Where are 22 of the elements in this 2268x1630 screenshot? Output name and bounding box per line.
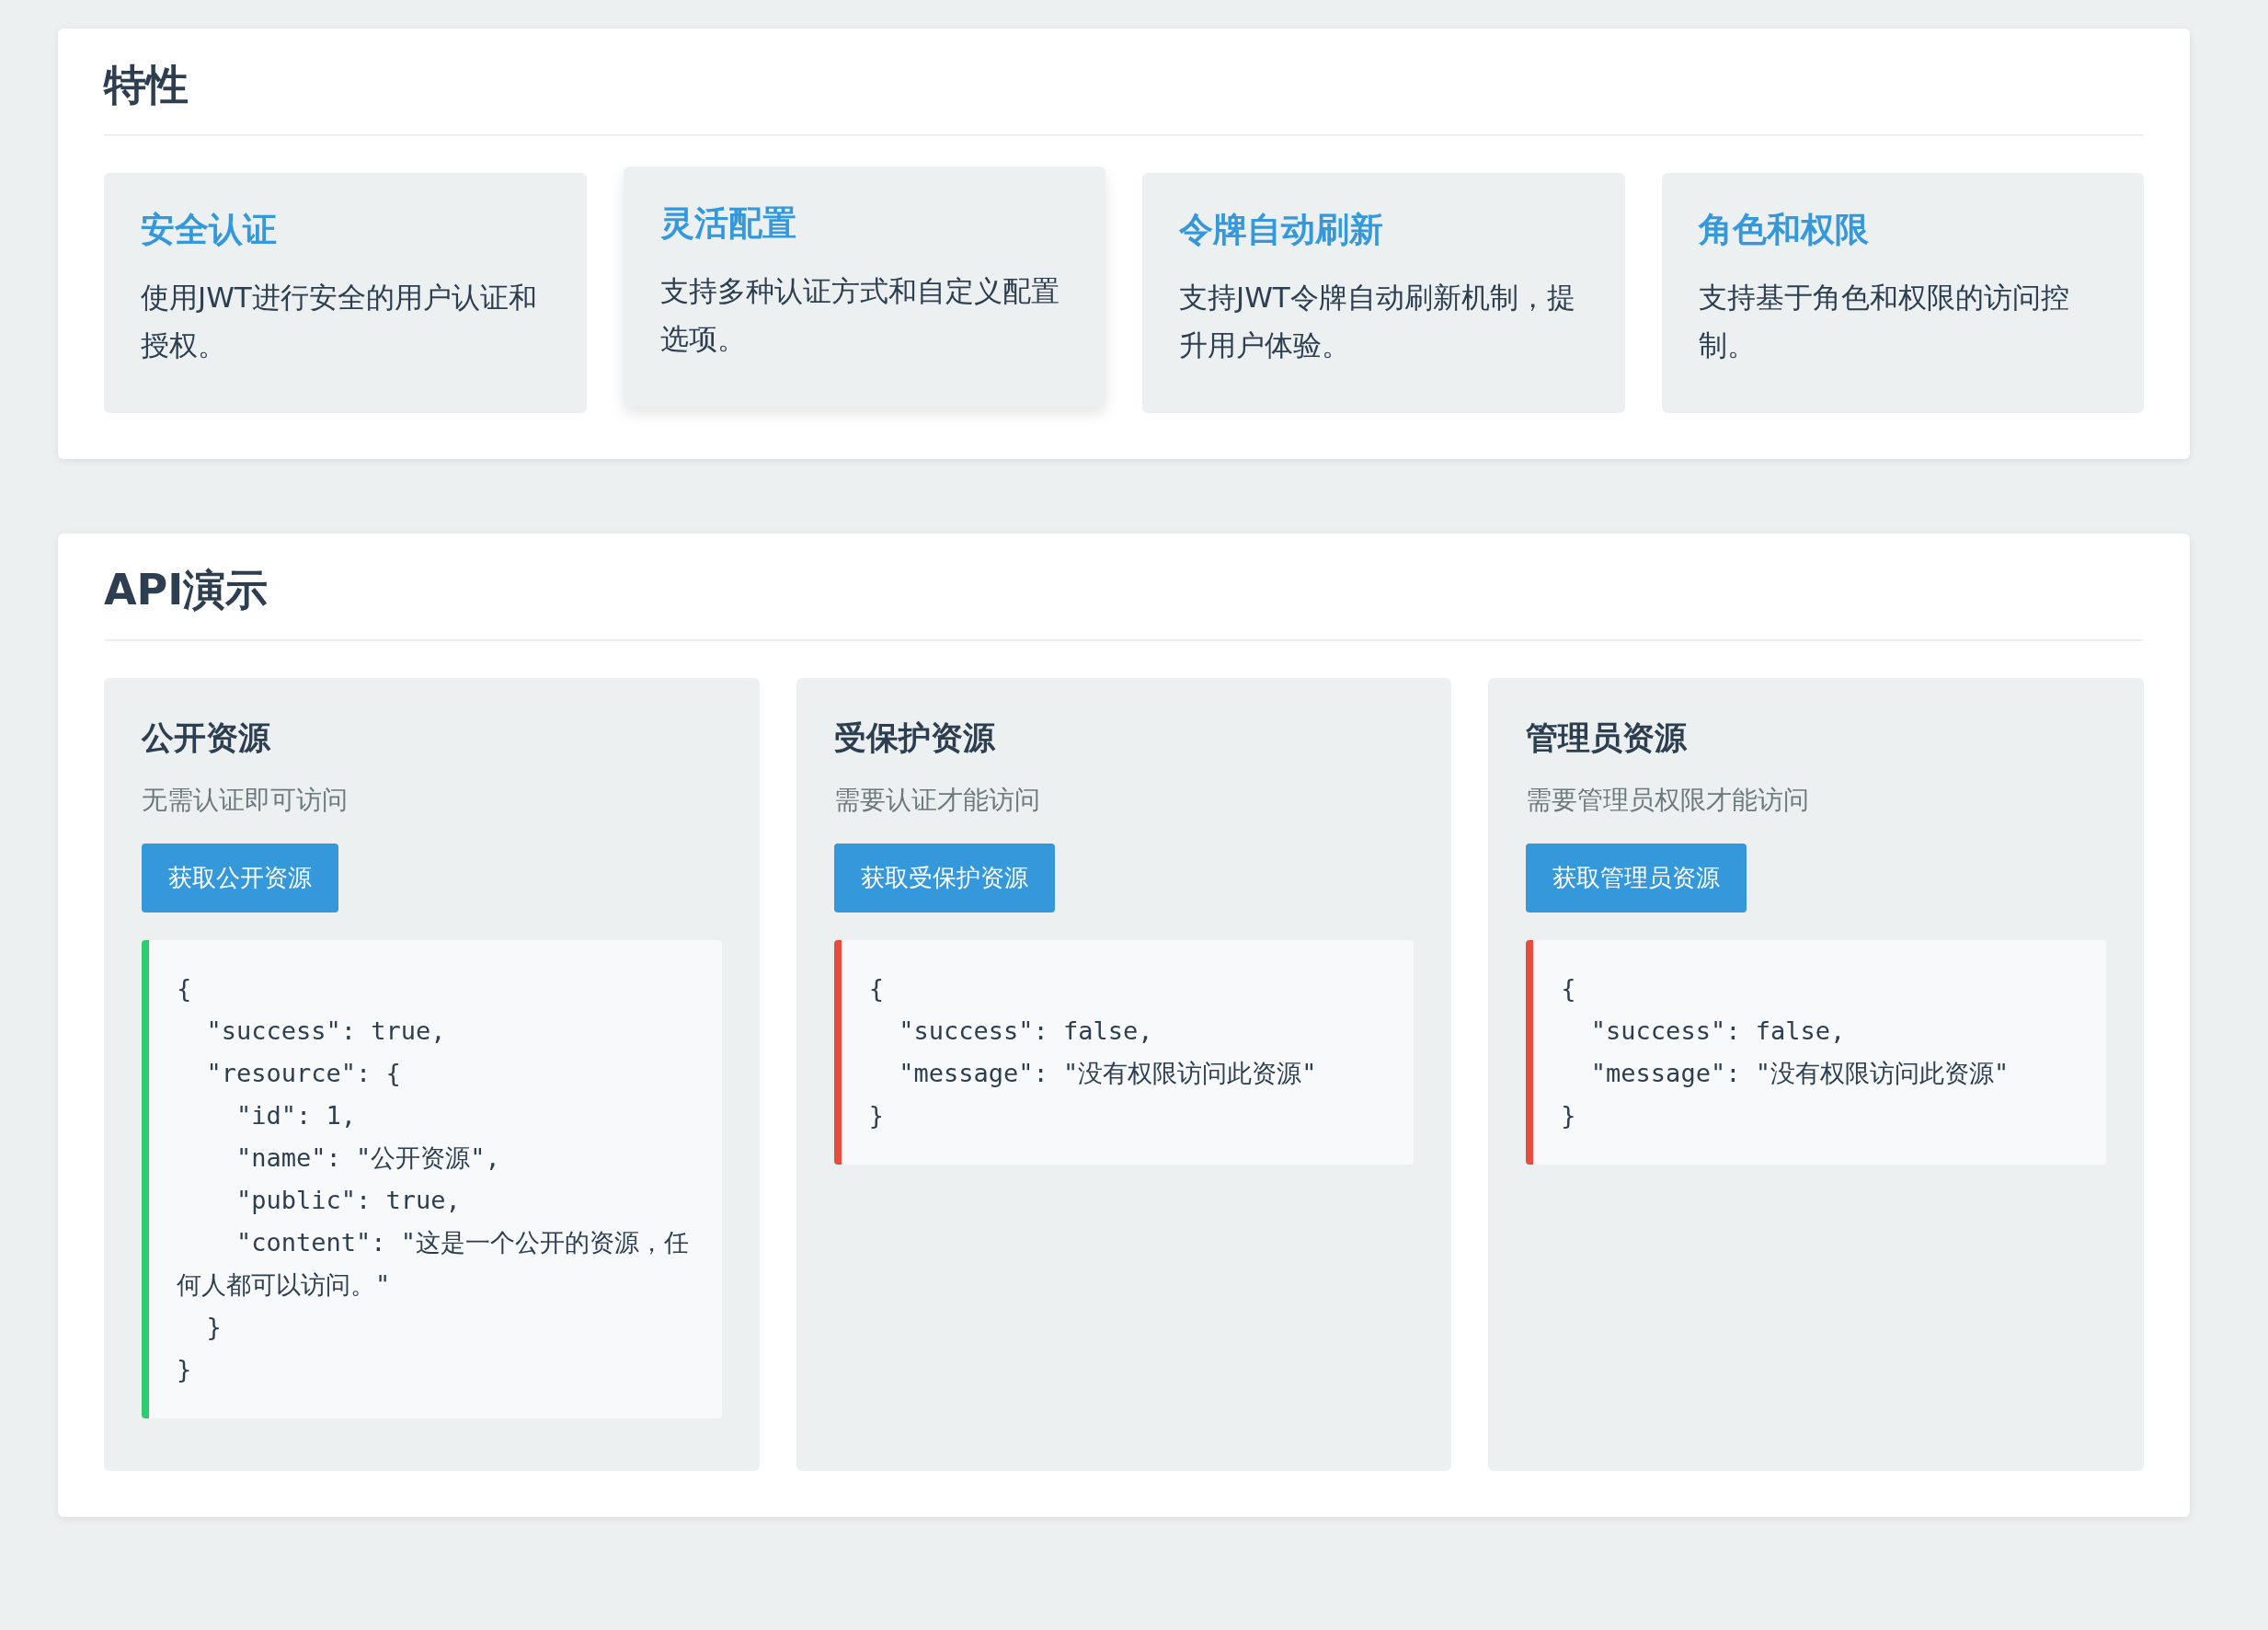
feature-description: 支持基于角色和权限的访问控制。 [1698, 279, 2070, 363]
fetch-button[interactable]: 获取管理员资源 [1526, 844, 1747, 913]
feature-title: 令牌自动刷新 [1179, 210, 1384, 251]
section-heading: 特性 [104, 60, 2144, 137]
json-response: { "success": false, "message": "没有权限访问此资源" } [1526, 940, 2106, 1165]
panel-subtitle: 无需认证即可访问 [142, 784, 349, 818]
panel-title: 公开资源 [142, 718, 271, 758]
section-heading: API演示 [104, 565, 2144, 642]
fetch-button[interactable]: 获取公开资源 [142, 844, 338, 913]
feature-title: 安全认证 [141, 210, 278, 251]
feature-description: 支持JWT令牌自动刷新机制，提升用户体验。 [1179, 279, 1576, 363]
panel-subtitle: 需要管理员权限才能访问 [1526, 784, 1811, 818]
panel-subtitle: 需要认证才能访问 [833, 784, 1041, 818]
panel-title: 受保护资源 [833, 718, 996, 758]
fetch-button[interactable]: 获取受保护资源 [833, 844, 1055, 913]
feature-title: 灵活配置 [659, 203, 797, 245]
feature-description: 支持多种认证方式和自定义配置选项。 [659, 272, 1060, 357]
feature-description: 使用JWT进行安全的用户认证和授权。 [141, 279, 538, 363]
json-response: { "success": true, "resource": { "id": 1, "name": "公开资源", "public": true, "content": "这是一个公开的资源，任何人都可以访问。" } } [142, 940, 722, 1419]
json-response: { "success": false, "message": "没有权限访问此资源" } [833, 940, 1415, 1165]
feature-title: 角色和权限 [1698, 210, 1870, 251]
panel-title: 管理员资源 [1526, 718, 1689, 758]
